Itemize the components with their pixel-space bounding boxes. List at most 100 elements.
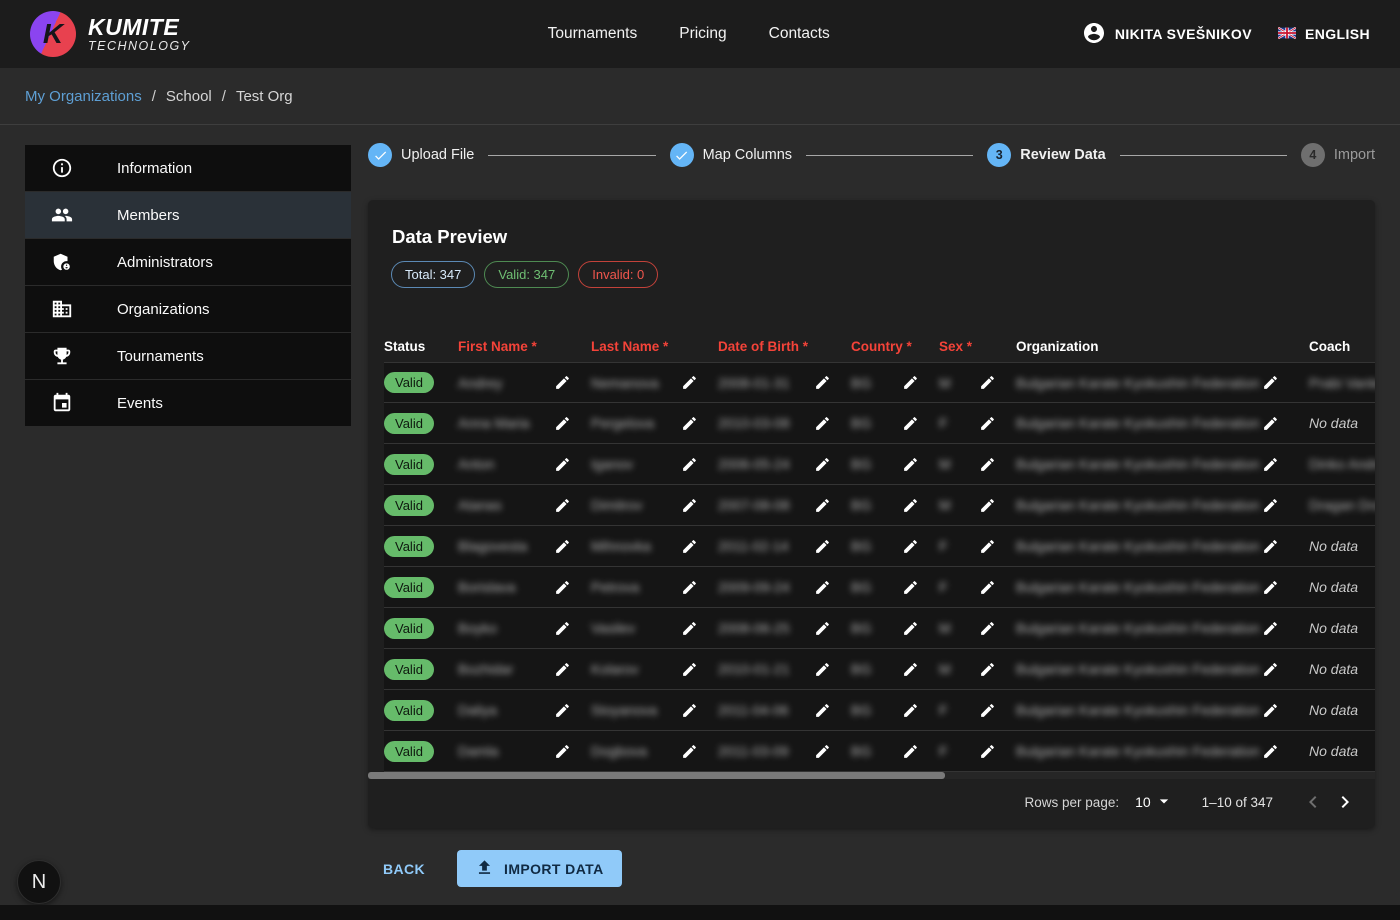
- edit-dob-button[interactable]: [812, 577, 833, 598]
- edit-last-button[interactable]: [679, 577, 700, 598]
- previous-page-button[interactable]: [1297, 786, 1329, 818]
- language-menu[interactable]: ENGLISH: [1278, 26, 1370, 42]
- first-value-redacted: Andrey: [458, 375, 502, 391]
- edit-last-button[interactable]: [679, 372, 700, 393]
- horizontal-scrollbar[interactable]: [368, 772, 1375, 779]
- edit-sex-button[interactable]: [977, 618, 998, 639]
- edit-sex-button[interactable]: [977, 536, 998, 557]
- edit-country-button[interactable]: [900, 454, 921, 475]
- sidebar-item-tournaments[interactable]: Tournaments: [25, 333, 351, 379]
- country-value-redacted: BG: [851, 579, 871, 595]
- edit-org-button[interactable]: [1260, 495, 1281, 516]
- nav-link-tournaments[interactable]: Tournaments: [548, 25, 638, 43]
- edit-last-button[interactable]: [679, 413, 700, 434]
- edit-country-button[interactable]: [900, 372, 921, 393]
- edit-org-button[interactable]: [1260, 413, 1281, 434]
- pencil-icon: [814, 661, 831, 678]
- edit-last-button[interactable]: [679, 700, 700, 721]
- edit-dob-button[interactable]: [812, 454, 833, 475]
- brand-logo[interactable]: K KUMITE TECHNOLOGY: [30, 11, 191, 57]
- panel-title: Data Preview: [392, 226, 1375, 248]
- edit-dob-button[interactable]: [812, 536, 833, 557]
- breadcrumb-item-my-organizations[interactable]: My Organizations: [25, 88, 142, 105]
- edit-last-button[interactable]: [679, 454, 700, 475]
- edit-first-button[interactable]: [552, 577, 573, 598]
- edit-sex-button[interactable]: [977, 659, 998, 680]
- sidebar-item-members[interactable]: Members: [25, 192, 351, 238]
- sidebar-item-information[interactable]: Information: [25, 145, 351, 191]
- edit-country-button[interactable]: [900, 413, 921, 434]
- rows-per-page-select[interactable]: 10: [1135, 791, 1174, 814]
- edit-sex-button[interactable]: [977, 741, 998, 762]
- edit-country-button[interactable]: [900, 495, 921, 516]
- sidebar-item-administrators[interactable]: Administrators: [25, 239, 351, 285]
- edit-country-button[interactable]: [900, 659, 921, 680]
- edit-org-button[interactable]: [1260, 659, 1281, 680]
- sidebar-item-label: Information: [117, 160, 192, 177]
- edit-dob-button[interactable]: [812, 495, 833, 516]
- import-data-button[interactable]: IMPORT DATA: [457, 850, 622, 887]
- nav-link-contacts[interactable]: Contacts: [769, 25, 830, 43]
- pencil-icon: [814, 415, 831, 432]
- edit-dob-button[interactable]: [812, 659, 833, 680]
- first-cell: Andrey: [458, 372, 591, 393]
- edit-first-button[interactable]: [552, 536, 573, 557]
- edit-org-button[interactable]: [1260, 741, 1281, 762]
- edit-sex-button[interactable]: [977, 577, 998, 598]
- edit-last-button[interactable]: [679, 741, 700, 762]
- country-cell: BG: [851, 454, 939, 475]
- edit-last-button[interactable]: [679, 659, 700, 680]
- edit-first-button[interactable]: [552, 659, 573, 680]
- edit-org-button[interactable]: [1260, 536, 1281, 557]
- edit-org-button[interactable]: [1260, 700, 1281, 721]
- coach-cell: No data: [1309, 415, 1375, 431]
- edit-sex-button[interactable]: [977, 700, 998, 721]
- edit-country-button[interactable]: [900, 741, 921, 762]
- edit-dob-button[interactable]: [812, 618, 833, 639]
- edit-country-button[interactable]: [900, 700, 921, 721]
- edit-dob-button[interactable]: [812, 372, 833, 393]
- table-row: ValidBoykoVasilev2008-06-25BGMBulgarian …: [384, 608, 1375, 649]
- edit-country-button[interactable]: [900, 536, 921, 557]
- nav-link-pricing[interactable]: Pricing: [679, 25, 726, 43]
- edit-sex-button[interactable]: [977, 454, 998, 475]
- edit-first-button[interactable]: [552, 372, 573, 393]
- brand-name: KUMITE: [88, 15, 191, 39]
- edit-dob-button[interactable]: [812, 741, 833, 762]
- breadcrumb-item-school[interactable]: School: [166, 88, 212, 105]
- edit-first-button[interactable]: [552, 413, 573, 434]
- scrollbar-thumb[interactable]: [368, 772, 945, 779]
- status-badge: Valid: [384, 413, 434, 434]
- edit-sex-button[interactable]: [977, 413, 998, 434]
- nextjs-dev-badge[interactable]: N: [17, 860, 61, 904]
- next-page-button[interactable]: [1329, 786, 1361, 818]
- edit-last-button[interactable]: [679, 495, 700, 516]
- back-button[interactable]: BACK: [383, 853, 425, 885]
- edit-first-button[interactable]: [552, 700, 573, 721]
- edit-first-button[interactable]: [552, 741, 573, 762]
- edit-org-button[interactable]: [1260, 454, 1281, 475]
- edit-org-button[interactable]: [1260, 372, 1281, 393]
- edit-country-button[interactable]: [900, 618, 921, 639]
- sidebar-item-label: Events: [117, 395, 163, 412]
- sidebar-item-events[interactable]: Events: [25, 380, 351, 426]
- user-menu[interactable]: NIKITA SVEŠNIKOV: [1082, 21, 1252, 48]
- table-row: ValidAtanasDimitrov2007-08-08BGMBulgaria…: [384, 485, 1375, 526]
- edit-org-button[interactable]: [1260, 618, 1281, 639]
- edit-first-button[interactable]: [552, 618, 573, 639]
- country-value-redacted: BG: [851, 702, 871, 718]
- edit-sex-button[interactable]: [977, 495, 998, 516]
- edit-dob-button[interactable]: [812, 700, 833, 721]
- pencil-icon: [1262, 661, 1279, 678]
- edit-sex-button[interactable]: [977, 372, 998, 393]
- edit-last-button[interactable]: [679, 618, 700, 639]
- edit-first-button[interactable]: [552, 454, 573, 475]
- edit-dob-button[interactable]: [812, 413, 833, 434]
- edit-country-button[interactable]: [900, 577, 921, 598]
- edit-org-button[interactable]: [1260, 577, 1281, 598]
- edit-last-button[interactable]: [679, 536, 700, 557]
- sidebar-item-organizations[interactable]: Organizations: [25, 286, 351, 332]
- edit-first-button[interactable]: [552, 495, 573, 516]
- pencil-icon: [979, 456, 996, 473]
- dob-value-redacted: 2011-04-06: [718, 702, 789, 718]
